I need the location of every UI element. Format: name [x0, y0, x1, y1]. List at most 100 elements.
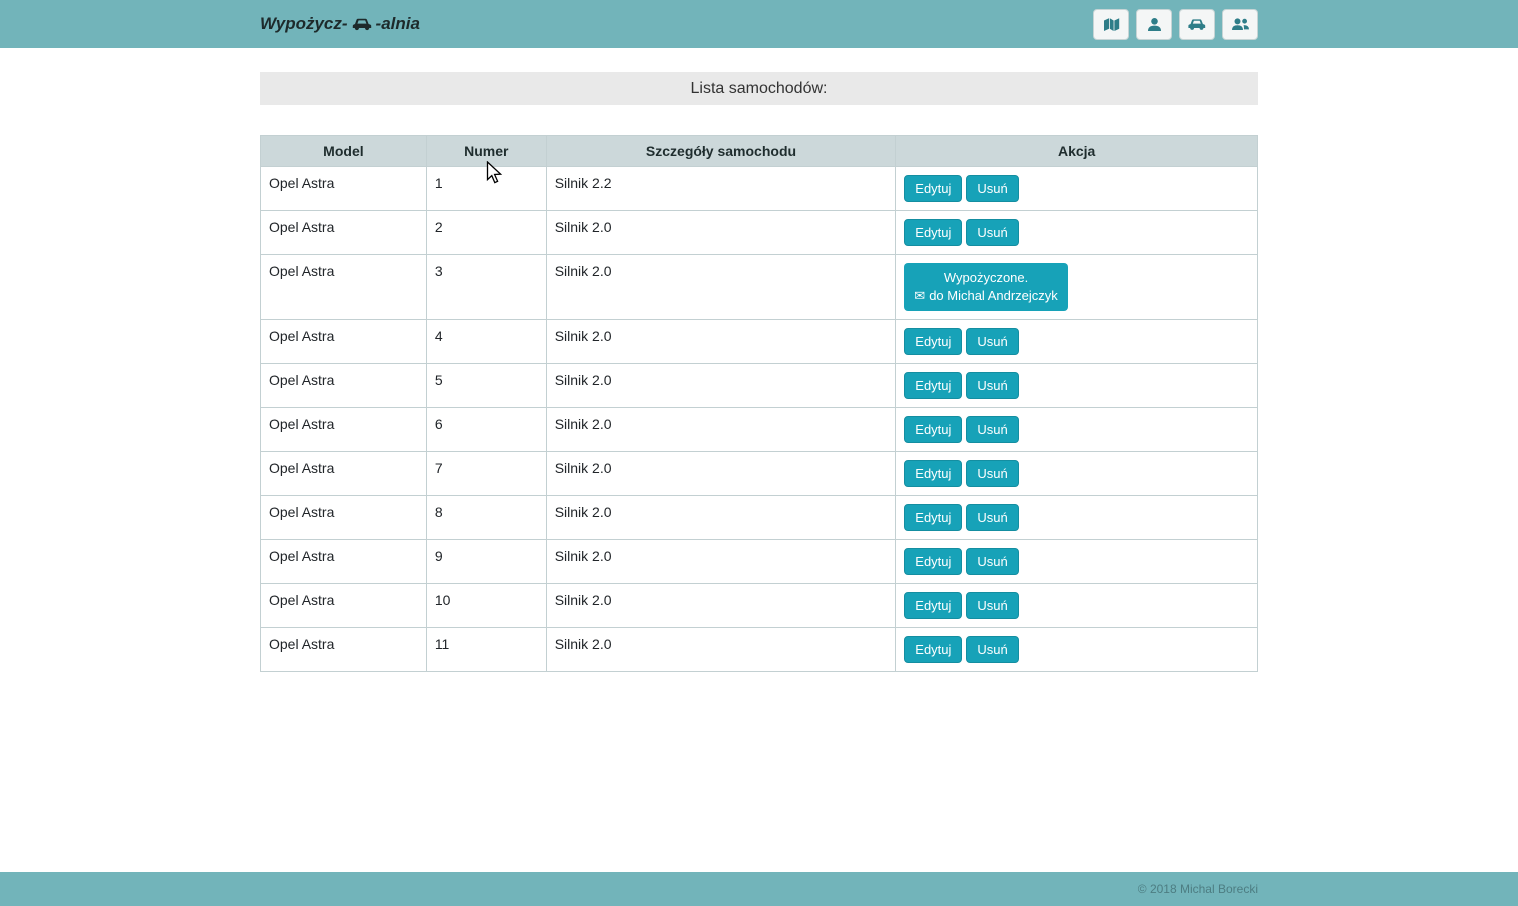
table-header-row: Model Numer Szczegóły samochodu Akcja — [260, 135, 1258, 167]
user-nav-button[interactable] — [1136, 8, 1172, 40]
delete-button[interactable]: Usuń — [966, 592, 1019, 619]
cell-details: Silnik 2.0 — [545, 363, 897, 408]
main-content: Lista samochodów: Model Numer Szczegóły … — [260, 72, 1258, 672]
column-header-model: Model — [260, 135, 427, 167]
cell-akcja: Edytuj Usuń — [895, 627, 1258, 672]
cell-details: Silnik 2.2 — [545, 166, 897, 211]
delete-button[interactable]: Usuń — [966, 548, 1019, 575]
edit-button[interactable]: Edytuj — [904, 219, 963, 246]
edit-button[interactable]: Edytuj — [904, 636, 963, 663]
cell-numer: 6 — [425, 407, 547, 452]
brand-suffix: -alnia — [375, 14, 420, 33]
table-row: Opel Astra 5 Silnik 2.0 Edytuj Usuń — [260, 363, 1258, 408]
copyright-text: © 2018 Michal Borecki — [1137, 882, 1258, 896]
cell-akcja: Edytuj Usuń — [895, 319, 1258, 364]
app-header: Wypożycz- -alnia — [0, 0, 1518, 48]
table-row: Opel Astra 4 Silnik 2.0 Edytuj Usuń — [260, 319, 1258, 364]
cell-numer: 10 — [425, 583, 547, 628]
cell-numer: 11 — [425, 627, 547, 672]
delete-button[interactable]: Usuń — [966, 328, 1019, 355]
cell-akcja: Edytuj Usuń — [895, 539, 1258, 584]
cell-numer: 1 — [425, 166, 547, 211]
cell-details: Silnik 2.0 — [545, 495, 897, 540]
edit-button[interactable]: Edytuj — [904, 548, 963, 575]
edit-button[interactable]: Edytuj — [904, 175, 963, 202]
cell-details: Silnik 2.0 — [545, 254, 897, 320]
cell-numer: 2 — [425, 210, 547, 255]
cell-model: Opel Astra — [260, 319, 427, 364]
delete-button[interactable]: Usuń — [966, 460, 1019, 487]
cell-details: Silnik 2.0 — [545, 319, 897, 364]
table-row: Opel Astra 7 Silnik 2.0 Edytuj Usuń — [260, 451, 1258, 496]
cell-details: Silnik 2.0 — [545, 407, 897, 452]
cell-model: Opel Astra — [260, 254, 427, 320]
cell-model: Opel Astra — [260, 583, 427, 628]
cell-akcja: Edytuj Usuń — [895, 583, 1258, 628]
cell-akcja: Edytuj Usuń — [895, 451, 1258, 496]
table-row: Opel Astra 10 Silnik 2.0 Edytuj Usuń — [260, 583, 1258, 628]
page-title: Lista samochodów: — [260, 72, 1258, 105]
cell-numer: 3 — [425, 254, 547, 320]
users-icon — [1231, 17, 1250, 31]
delete-button[interactable]: Usuń — [966, 219, 1019, 246]
edit-button[interactable]: Edytuj — [904, 416, 963, 443]
rented-to-line: ✉ do Michal Andrzejczyk — [914, 287, 1058, 305]
column-header-numer: Numer — [425, 135, 547, 167]
table-row: Opel Astra 11 Silnik 2.0 Edytuj Usuń — [260, 627, 1258, 672]
edit-button[interactable]: Edytuj — [904, 328, 963, 355]
table-row: Opel Astra 9 Silnik 2.0 Edytuj Usuń — [260, 539, 1258, 584]
cell-akcja: Wypożyczone. ✉ do Michal Andrzejczyk — [895, 254, 1258, 320]
brand-prefix: Wypożycz- — [260, 14, 348, 33]
cell-details: Silnik 2.0 — [545, 583, 897, 628]
cell-numer: 8 — [425, 495, 547, 540]
delete-button[interactable]: Usuń — [966, 372, 1019, 399]
column-header-details: Szczegóły samochodu — [545, 135, 897, 167]
cell-model: Opel Astra — [260, 166, 427, 211]
cell-model: Opel Astra — [260, 539, 427, 584]
edit-button[interactable]: Edytuj — [904, 592, 963, 619]
edit-button[interactable]: Edytuj — [904, 460, 963, 487]
cell-details: Silnik 2.0 — [545, 451, 897, 496]
map-icon — [1103, 17, 1120, 32]
cell-numer: 5 — [425, 363, 547, 408]
cell-details: Silnik 2.0 — [545, 627, 897, 672]
rented-status-badge[interactable]: Wypożyczone. ✉ do Michal Andrzejczyk — [904, 263, 1068, 311]
brand[interactable]: Wypożycz- -alnia — [260, 14, 420, 34]
delete-button[interactable]: Usuń — [966, 416, 1019, 443]
user-icon — [1147, 17, 1162, 32]
edit-button[interactable]: Edytuj — [904, 504, 963, 531]
rented-to-name: do Michal Andrzejczyk — [929, 288, 1058, 303]
cell-details: Silnik 2.0 — [545, 210, 897, 255]
cars-table: Model Numer Szczegóły samochodu Akcja Op… — [260, 135, 1258, 672]
app-footer: © 2018 Michal Borecki — [0, 872, 1518, 906]
cell-model: Opel Astra — [260, 451, 427, 496]
cell-model: Opel Astra — [260, 407, 427, 452]
cell-model: Opel Astra — [260, 627, 427, 672]
cell-model: Opel Astra — [260, 210, 427, 255]
users-nav-button[interactable] — [1222, 8, 1258, 40]
brand-car-icon — [352, 17, 372, 31]
cell-numer: 7 — [425, 451, 547, 496]
rented-label: Wypożyczone. — [943, 270, 1029, 285]
table-row: Opel Astra 6 Silnik 2.0 Edytuj Usuń — [260, 407, 1258, 452]
cell-akcja: Edytuj Usuń — [895, 166, 1258, 211]
cell-akcja: Edytuj Usuń — [895, 495, 1258, 540]
cell-details: Silnik 2.0 — [545, 539, 897, 584]
car-icon — [1188, 18, 1206, 31]
edit-button[interactable]: Edytuj — [904, 372, 963, 399]
map-nav-button[interactable] — [1093, 8, 1129, 40]
cell-model: Opel Astra — [260, 495, 427, 540]
table-row: Opel Astra 3 Silnik 2.0 Wypożyczone. ✉ do Mic… — [260, 254, 1258, 320]
table-row: Opel Astra 2 Silnik 2.0 Edytuj Usuń — [260, 210, 1258, 255]
cell-numer: 4 — [425, 319, 547, 364]
car-nav-button[interactable] — [1179, 8, 1215, 40]
delete-button[interactable]: Usuń — [966, 504, 1019, 531]
delete-button[interactable]: Usuń — [966, 175, 1019, 202]
column-header-akcja: Akcja — [895, 135, 1258, 167]
cell-akcja: Edytuj Usuń — [895, 210, 1258, 255]
cell-model: Opel Astra — [260, 363, 427, 408]
cell-akcja: Edytuj Usuń — [895, 407, 1258, 452]
table-row: Opel Astra 8 Silnik 2.0 Edytuj Usuń — [260, 495, 1258, 540]
delete-button[interactable]: Usuń — [966, 636, 1019, 663]
cell-numer: 9 — [425, 539, 547, 584]
